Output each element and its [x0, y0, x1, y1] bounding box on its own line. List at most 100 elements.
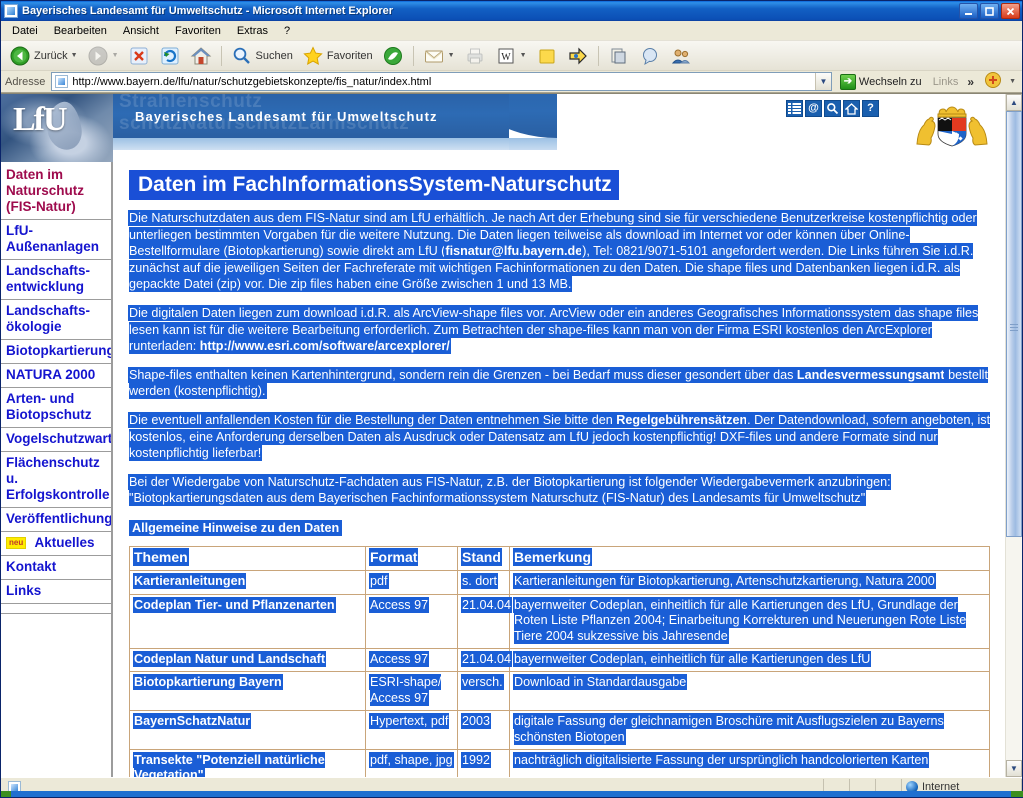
column-header-bemerkung: Bemerkung [509, 545, 990, 572]
sidebar-item-label: Veröffentlichungen [6, 511, 113, 526]
sidebar-item-kontakt[interactable]: Kontakt [1, 556, 111, 580]
edit-dropdown-icon[interactable]: ▼ [520, 52, 527, 59]
cell-thema[interactable]: Codeplan Tier- und Pflanzenarten [129, 593, 366, 649]
toolbar-overflow-icon[interactable]: » [965, 75, 976, 89]
paragraph-2: Die digitalen Daten liegen zum download … [129, 305, 995, 355]
vertical-scrollbar[interactable]: ▲ ▼ [1005, 94, 1022, 777]
favorites-button[interactable]: Favoriten [298, 43, 377, 69]
sidebar-item-vogelschutzwarte[interactable]: Vogelschutzwarte [1, 428, 111, 452]
cell-thema[interactable]: BayernSchatzNatur [129, 710, 366, 750]
messenger-button[interactable] [604, 43, 634, 69]
sidebar-item-natura-2000[interactable]: NATURA 2000 [1, 364, 111, 388]
sidebar-item-veroeffentlichungen[interactable]: Veröffentlichungen [1, 508, 111, 532]
cell-thema[interactable]: Kartieranleitungen [129, 570, 366, 595]
close-button[interactable] [1001, 3, 1020, 19]
thema-link: Codeplan Tier- und Pflanzenarten [134, 597, 335, 612]
cell-thema[interactable]: Biotopkartierung Bayern [129, 671, 366, 712]
minimize-button[interactable] [959, 3, 978, 19]
sidebar-item-links[interactable]: Links [1, 580, 111, 604]
notes-button[interactable] [532, 43, 562, 69]
back-dropdown-icon[interactable]: ▼ [71, 52, 78, 59]
menu-datei[interactable]: Datei [5, 23, 45, 39]
sidebar-item-biotopkartierung[interactable]: Biotopkartierung [1, 340, 111, 364]
forward-dropdown-icon[interactable]: ▼ [112, 52, 119, 59]
forward-button[interactable]: ▼ [83, 43, 123, 69]
table-row: Codeplan Tier- und Pflanzenarten Access … [129, 593, 990, 649]
menu-help[interactable]: ? [277, 23, 297, 39]
menu-ansicht[interactable]: Ansicht [116, 23, 166, 39]
column-header-themen: Themen [129, 545, 366, 572]
arcexplorer-link[interactable]: http://www.esri.com/software/arcexplorer… [199, 339, 450, 354]
format-text: Hypertext, pdf [370, 714, 449, 729]
page-title: Daten im FachInformationsSystem-Natursch… [129, 170, 619, 200]
send-to-button[interactable] [563, 43, 593, 69]
page-body: Daten im Naturschutz (FIS-Natur) LfU-Auß… [1, 162, 1005, 777]
discuss-button[interactable] [635, 43, 665, 69]
sidebar-item-daten-im-naturschutz[interactable]: Daten im Naturschutz (FIS-Natur) [1, 164, 111, 220]
mail-button[interactable]: ▼ [419, 43, 459, 69]
browser-window: Bayerisches Landesamt für Umweltschutz -… [0, 0, 1023, 798]
new-badge: neu [6, 537, 27, 549]
section-subheading: Allgemeine Hinweise zu den Daten [129, 519, 343, 536]
people-button[interactable] [666, 43, 696, 69]
scrollbar-thumb[interactable] [1006, 111, 1022, 537]
banner-subbar [113, 138, 509, 150]
thema-link: Codeplan Natur und Landschaft [134, 651, 326, 666]
norton-dropdown-icon[interactable]: ▼ [1009, 78, 1016, 85]
stand-text: 1992 [462, 752, 491, 767]
cell-thema[interactable]: Transekte "Potenziell natürliche Vegetat… [129, 748, 366, 777]
mail-dropdown-icon[interactable]: ▼ [448, 52, 455, 59]
email-icon[interactable]: @ [805, 100, 822, 117]
address-input[interactable]: http://www.bayern.de/lfu/natur/schutzgeb… [51, 72, 832, 91]
scroll-up-button[interactable]: ▲ [1006, 94, 1022, 111]
cell-stand: 21.04.04 [457, 593, 512, 649]
ie-app-icon [4, 4, 18, 18]
help-icon[interactable]: ? [862, 100, 879, 117]
sidebar-item-flaechenschutz[interactable]: Flächenschutz u. Erfolgskontrolle [1, 452, 111, 508]
thema-link: Biotopkartierung Bayern [134, 675, 282, 690]
regelgebuehrensaetze-link[interactable]: Regelgebührensätzen [616, 412, 748, 427]
paragraph-1: Die Naturschutzdaten aus dem FIS-Natur s… [129, 210, 995, 293]
lfu-logo[interactable]: LfU [13, 100, 68, 140]
norton-button[interactable]: ▼ [980, 69, 1020, 95]
paragraph-5-text: Bei der Wiedergabe von Naturschutz-Fachd… [129, 474, 891, 506]
search-icon [231, 45, 253, 67]
media-button[interactable] [378, 43, 408, 69]
cell-bemerkung: nachträglich digitalisierte Fassung der … [509, 748, 990, 777]
search-button[interactable]: Suchen [227, 43, 297, 69]
home-button[interactable] [186, 43, 216, 69]
address-dropdown-icon[interactable]: ▼ [814, 73, 831, 90]
edit-word-button[interactable]: W ▼ [491, 43, 531, 69]
stop-button[interactable] [124, 43, 154, 69]
sidebar-item-arten-und-biotopschutz[interactable]: Arten- und Biotopschutz [1, 388, 111, 428]
sidebar-item-aktuelles[interactable]: neu Aktuelles [1, 532, 111, 556]
search-icon[interactable] [824, 100, 841, 117]
back-button[interactable]: Zurück ▼ [5, 43, 82, 69]
mail-icon [423, 45, 445, 67]
refresh-button[interactable] [155, 43, 185, 69]
cell-bemerkung: Download in Standardausgabe [509, 671, 990, 712]
cell-stand: 2003 [457, 710, 510, 750]
maximize-button[interactable] [980, 3, 999, 19]
sidebar-item-landschaftsoekologie[interactable]: Landschafts-ökologie [1, 300, 111, 340]
scrollbar-track[interactable] [1006, 111, 1022, 760]
menu-favoriten[interactable]: Favoriten [168, 23, 228, 39]
sidebar-item-lfu-aussenanlagen[interactable]: LfU-Außenanlagen [1, 220, 111, 260]
paragraph-3-part-a: Shape-files enthalten keinen Kartenhinte… [129, 367, 797, 382]
sitemap-icon[interactable] [786, 100, 803, 117]
menu-bearbeiten[interactable]: Bearbeiten [47, 23, 114, 39]
window-controls [959, 3, 1020, 19]
email-link[interactable]: fisnatur@lfu.bayern.de [445, 244, 583, 259]
home-icon[interactable] [843, 100, 860, 117]
stand-text: 21.04.04 [462, 597, 512, 612]
scroll-down-button[interactable]: ▼ [1006, 760, 1022, 777]
print-button[interactable] [460, 43, 490, 69]
sidebar-item-landschaftsentwicklung[interactable]: Landschafts-entwicklung [1, 260, 111, 300]
cell-stand: 1992 [457, 748, 510, 777]
cell-thema[interactable]: Codeplan Natur und Landschaft [129, 647, 366, 673]
banner-title: Bayerisches Landesamt für Umweltschutz [135, 108, 438, 124]
go-button[interactable]: ➔ Wechseln zu [836, 73, 926, 91]
menu-extras[interactable]: Extras [230, 23, 275, 39]
links-label[interactable]: Links [930, 76, 962, 88]
landesvermessungsamt-link[interactable]: Landesvermessungsamt [796, 367, 945, 382]
